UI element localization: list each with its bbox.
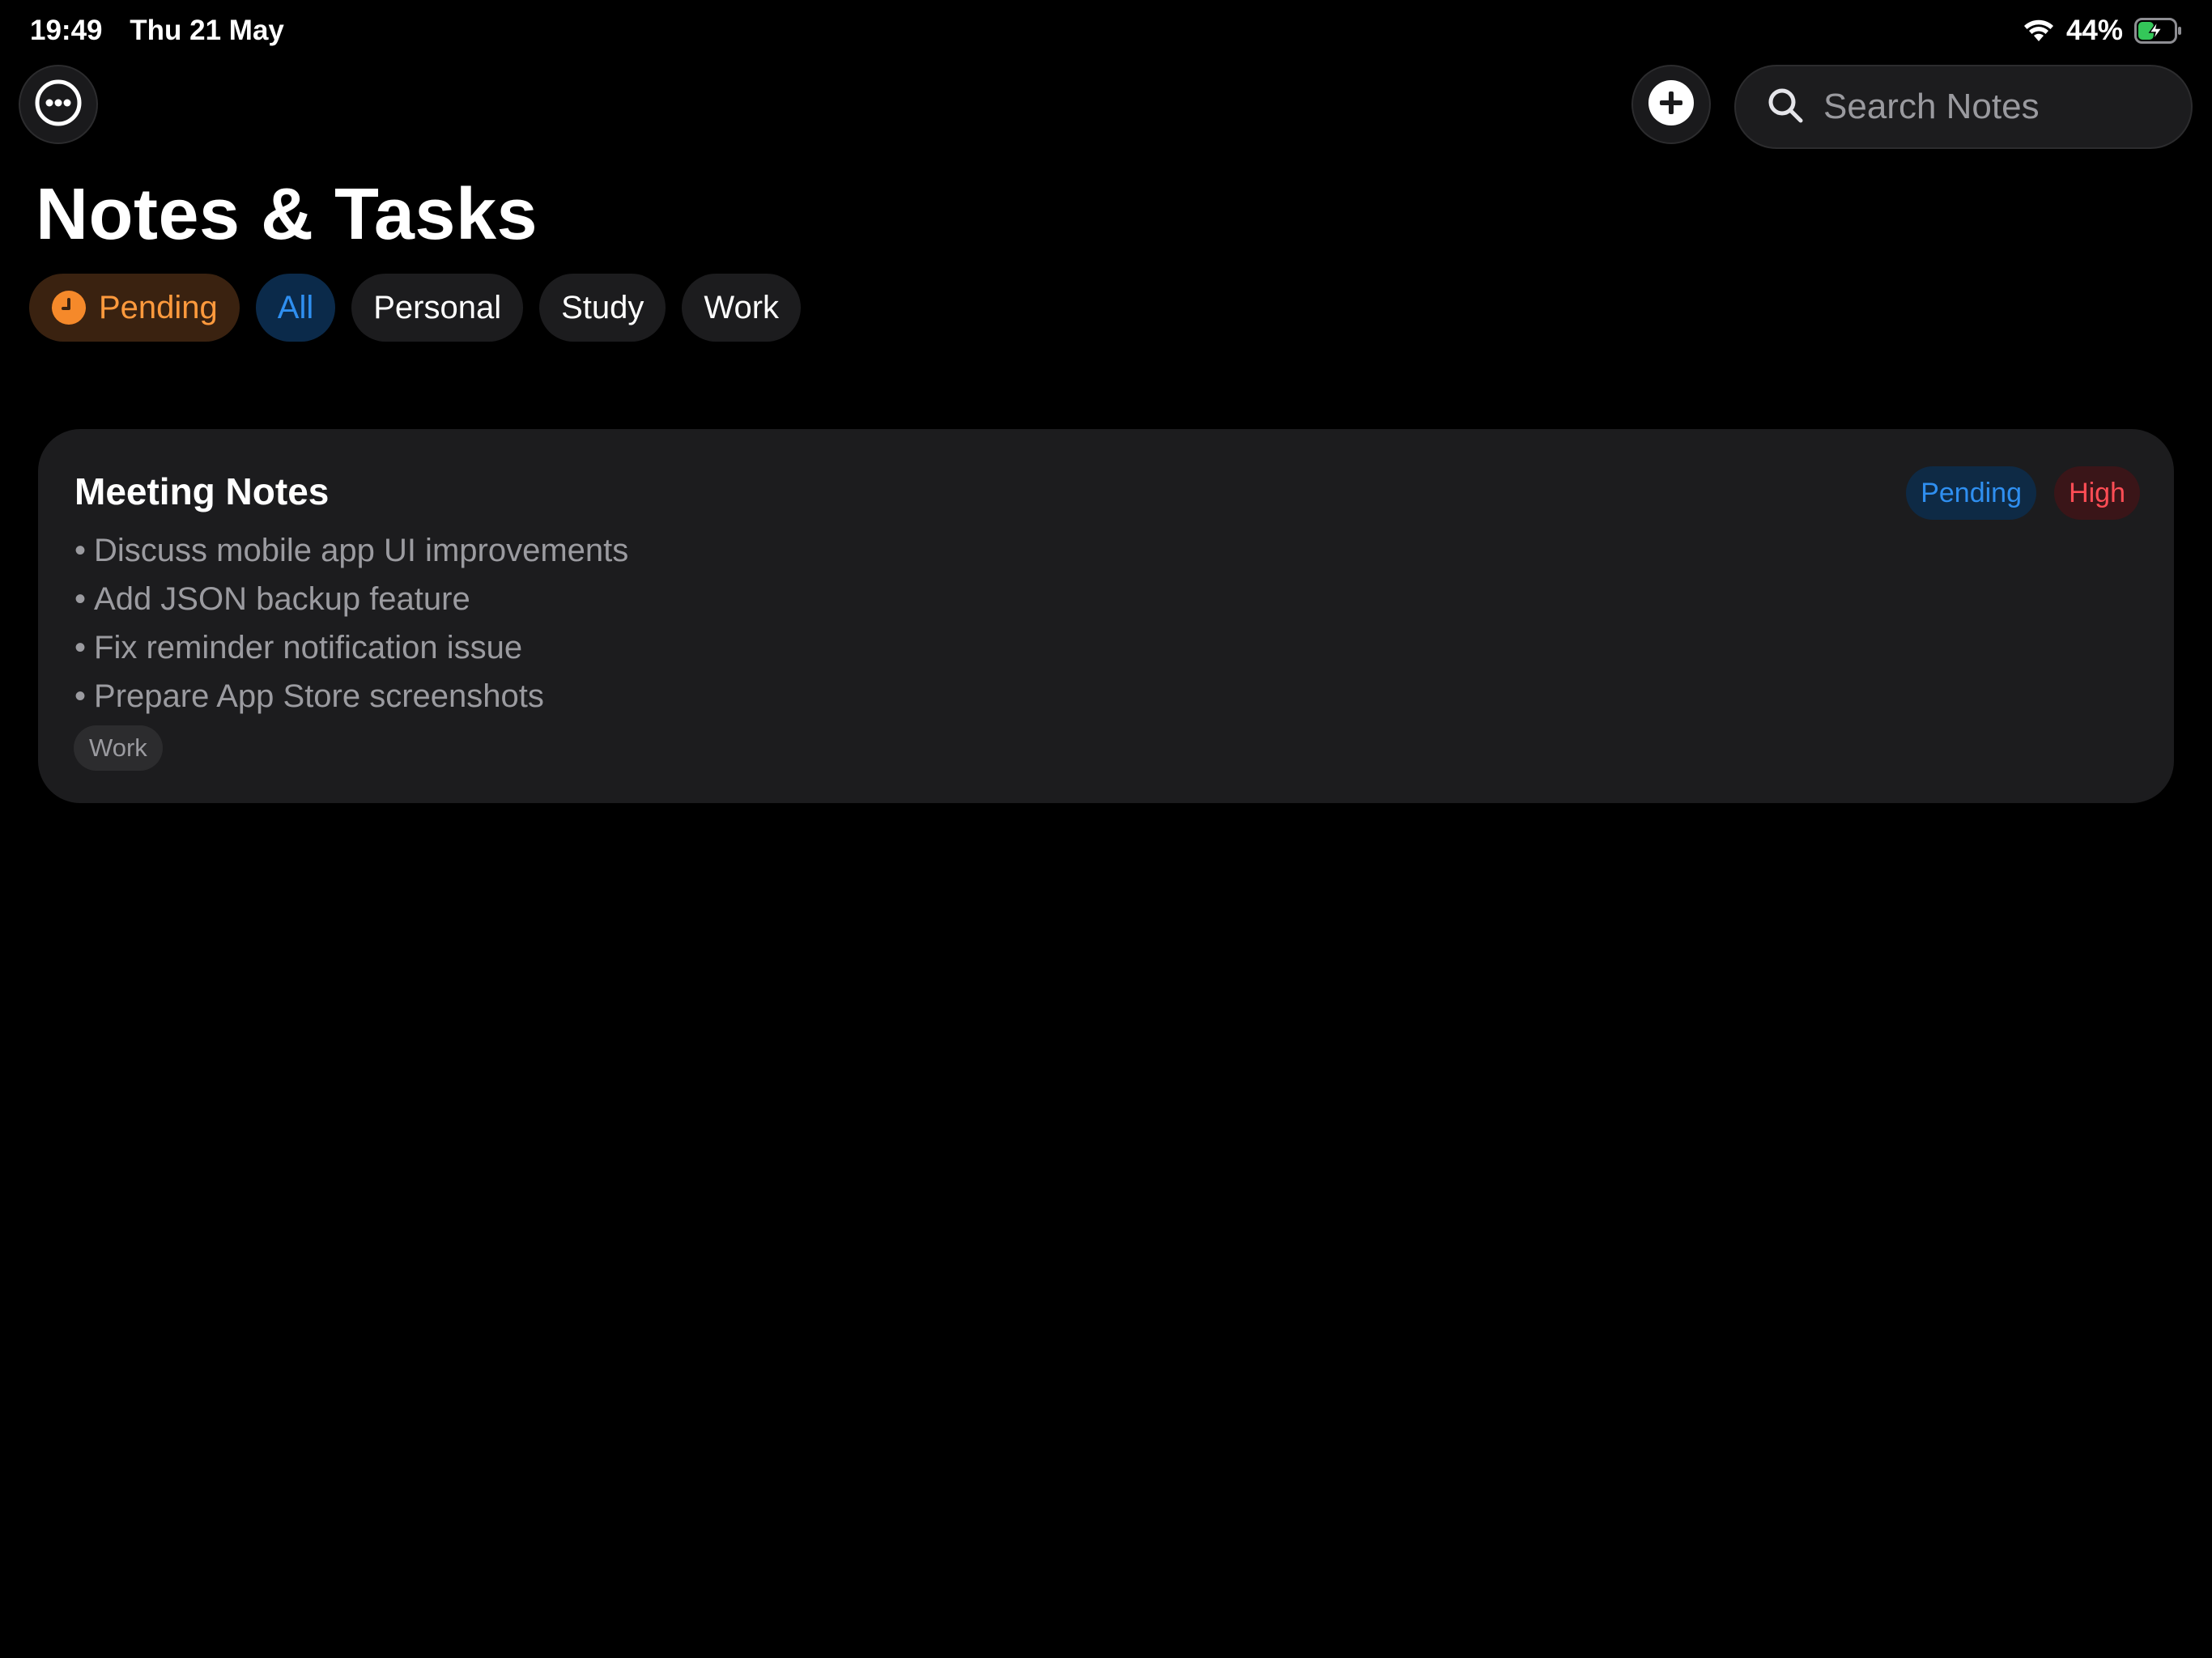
clock-icon <box>52 291 86 325</box>
battery-percent: 44% <box>2065 15 2123 46</box>
filter-chips: Pending All Personal Study Work <box>29 274 802 342</box>
note-line: • Discuss mobile app UI improvements <box>74 533 629 568</box>
filter-chip-all[interactable]: All <box>255 274 336 342</box>
filter-chip-study[interactable]: Study <box>539 274 666 342</box>
filter-chip-work[interactable]: Work <box>682 274 802 342</box>
category-tag: Work <box>74 725 163 771</box>
add-note-button[interactable] <box>1631 65 1711 144</box>
note-line: • Fix reminder notification issue <box>74 630 523 665</box>
filter-chip-all-label: All <box>277 289 314 325</box>
note-card[interactable]: Meeting Notes Pending High • Discuss mobi… <box>38 429 2174 803</box>
magnifying-glass-icon <box>1767 87 1804 128</box>
plus-circle-icon <box>1647 79 1695 131</box>
note-title: Meeting Notes <box>74 470 330 512</box>
status-badge: Pending <box>1906 466 2036 520</box>
search-bar[interactable] <box>1734 65 2193 149</box>
battery-charging-icon <box>2134 17 2183 45</box>
status-bar-left: 19:49 Thu 21 May <box>30 15 284 47</box>
filter-chip-personal[interactable]: Personal <box>351 274 524 342</box>
filter-chip-personal-label: Personal <box>373 289 502 325</box>
wifi-icon <box>2023 19 2055 43</box>
filter-chip-study-label: Study <box>561 289 644 325</box>
page-title: Notes & Tasks <box>36 174 538 255</box>
filter-chip-work-label: Work <box>704 289 780 325</box>
search-input[interactable] <box>1822 86 2149 128</box>
status-bar-right: 44% <box>2023 15 2183 47</box>
ellipsis-circle-icon <box>34 79 83 131</box>
note-line: • Add JSON backup feature <box>74 581 470 617</box>
note-line-text: Discuss mobile app UI improvements <box>94 533 629 568</box>
note-line-text: Add JSON backup feature <box>94 581 470 617</box>
filter-chip-pending-label: Pending <box>99 289 218 325</box>
note-content: • Discuss mobile app UI improvements • Add… <box>74 526 628 721</box>
more-options-button[interactable] <box>19 65 98 144</box>
note-line-text: Prepare App Store screenshots <box>94 678 544 714</box>
status-time: 19:49 <box>30 15 103 46</box>
note-line: • Prepare App Store screenshots <box>74 678 544 714</box>
note-line-text: Fix reminder notification issue <box>94 630 523 665</box>
notes-app-screen: 19:49 Thu 21 May 44% Search Notes Notes … <box>0 0 2212 1658</box>
priority-badge: High <box>2054 466 2140 520</box>
filter-chip-pending[interactable]: Pending <box>29 274 240 342</box>
status-date: Thu 21 May <box>130 15 284 46</box>
